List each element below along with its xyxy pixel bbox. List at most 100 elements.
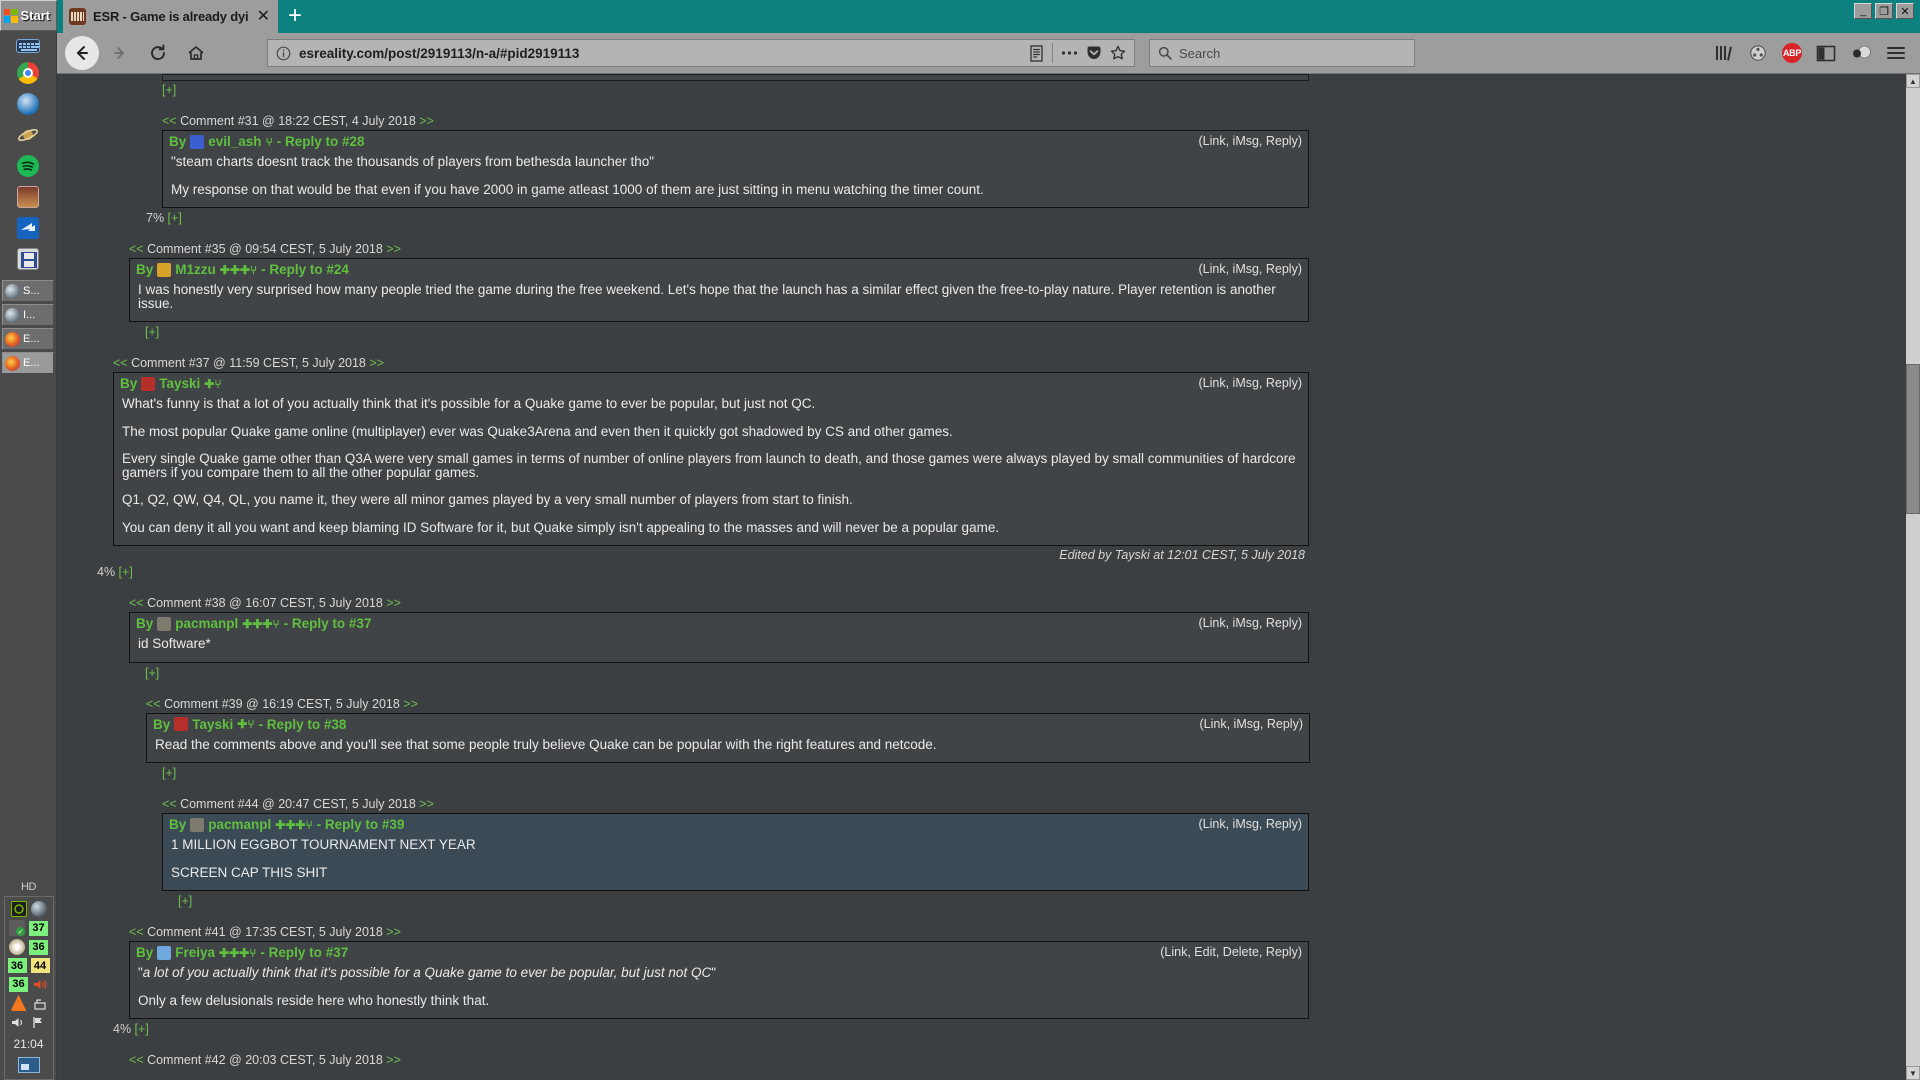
forward-button[interactable] [103,36,137,70]
prev-comment-link[interactable]: << [129,596,147,610]
author-link[interactable]: Tayski [192,717,233,732]
author-link[interactable]: evil_ash [208,134,261,149]
scroll-up-arrow[interactable]: ▲ [1906,74,1920,88]
expand-toggle[interactable]: [+] [145,325,159,339]
disk-check-icon[interactable]: ✓ [9,920,25,936]
prev-comment-link[interactable]: << [113,356,131,370]
sidebar-icon[interactable] [1816,45,1836,62]
page-actions-icon[interactable] [1061,50,1078,56]
next-comment-link[interactable]: >> [383,242,401,256]
expand-toggle[interactable]: [+] [119,565,133,579]
avast-icon[interactable] [10,995,27,1011]
next-comment-link[interactable]: >> [383,1053,401,1067]
reply-to-link[interactable]: - Reply to #38 [259,717,347,732]
url-text[interactable]: esreality.com/post/2919113/n-a/#pid29191… [299,46,1021,61]
minimize-button[interactable]: _ [1854,3,1872,19]
expand-toggle[interactable]: [+] [135,1022,149,1036]
sphere-icon[interactable] [1850,44,1872,62]
author-link[interactable]: pacmanpl [208,817,271,832]
search-bar[interactable]: Search [1149,39,1415,67]
tray-badge[interactable]: 37 [29,920,48,936]
comment-action-links[interactable]: (Link, Edit, Delete, Reply) [1160,945,1302,959]
network-icon[interactable] [31,995,47,1011]
next-comment-link[interactable]: >> [366,356,384,370]
keyboard-icon[interactable] [16,39,40,53]
floppy-save-icon[interactable] [17,248,39,270]
spotify-icon[interactable] [17,155,39,177]
comment-action-links[interactable]: (Link, iMsg, Reply) [1199,616,1303,630]
chrome-icon[interactable] [17,62,39,84]
cd-icon[interactable] [9,939,25,955]
prev-comment-link[interactable]: << [129,1053,147,1067]
show-desktop-button[interactable] [17,1057,40,1073]
scrollbar-thumb[interactable] [1906,364,1920,514]
expand-toggle[interactable]: [+] [145,666,159,680]
prev-comment-link[interactable]: << [129,925,147,939]
reload-button[interactable] [141,36,175,70]
home-button[interactable] [179,36,213,70]
taskbar-item-steam-1[interactable]: S... [2,280,54,302]
next-comment-link[interactable]: >> [383,925,401,939]
author-link[interactable]: M1zzu [175,262,216,277]
next-comment-link[interactable]: >> [416,797,434,811]
comment-action-links[interactable]: (Link, iMsg, Reply) [1199,134,1303,148]
comment-action-links[interactable]: (Link, iMsg, Reply) [1200,717,1304,731]
reply-to-link[interactable]: - Reply to #28 [277,134,365,149]
prev-comment-link[interactable]: << [129,242,147,256]
next-comment-link[interactable]: >> [416,114,434,128]
comment-action-links[interactable]: (Link, iMsg, Reply) [1199,262,1303,276]
page-info-icon[interactable] [276,46,291,61]
thunderbird-icon[interactable] [17,93,39,115]
blue-arrow-icon[interactable] [17,217,39,239]
planet-icon[interactable] [17,124,39,146]
speaker-red-icon[interactable] [32,976,48,992]
back-button[interactable] [65,36,99,70]
steam-tray-icon[interactable] [30,901,47,917]
next-comment-link[interactable]: >> [383,596,401,610]
prev-comment-link[interactable]: << [162,114,180,128]
restore-button[interactable]: ❐ [1875,3,1893,19]
nvidia-icon[interactable] [10,901,27,917]
abp-icon[interactable]: ABP [1782,43,1802,63]
taskbar-item-firefox-1[interactable]: E... [2,328,54,350]
taskbar-item-steam-2[interactable]: I... [2,304,54,326]
library-icon[interactable] [1714,44,1734,62]
author-link[interactable]: Tayski [159,376,200,391]
reply-to-link[interactable]: - Reply to #37 [260,945,348,960]
screenshot-icon[interactable] [1748,44,1768,62]
volume-icon[interactable] [11,1014,27,1030]
expand-toggle[interactable]: [+] [162,81,1906,97]
prev-comment-link[interactable]: << [162,797,180,811]
bookmark-star-icon[interactable] [1110,45,1126,61]
expand-toggle[interactable]: [+] [162,766,176,780]
menu-icon[interactable] [1886,45,1906,61]
flag-icon[interactable] [31,1014,47,1030]
tray-badge[interactable]: 44 [30,958,50,973]
next-comment-link[interactable]: >> [400,697,418,711]
tab-esr[interactable]: ESR - Game is already dying ✕ [63,0,278,33]
reply-to-link[interactable]: - Reply to #39 [317,817,405,832]
search-input[interactable]: Search [1179,46,1220,61]
picture-icon[interactable] [17,186,39,208]
url-bar[interactable]: esreality.com/post/2919113/n-a/#pid29191… [267,39,1135,67]
comment-action-links[interactable]: (Link, iMsg, Reply) [1199,376,1303,390]
start-button[interactable]: Start [0,0,57,31]
reply-to-link[interactable]: - Reply to #24 [261,262,349,277]
prev-comment-link[interactable]: << [146,697,164,711]
pocket-icon[interactable] [1086,45,1102,61]
scroll-down-arrow[interactable]: ▼ [1906,1066,1920,1080]
tray-clock[interactable]: 21:04 [13,1033,43,1054]
close-icon[interactable]: ✕ [255,8,272,25]
reader-mode-icon[interactable] [1029,44,1044,62]
tray-badge[interactable]: 36 [29,939,48,955]
expand-toggle[interactable]: [+] [168,211,182,225]
author-link[interactable]: pacmanpl [175,616,238,631]
expand-toggle[interactable]: [+] [178,894,192,908]
taskbar-item-firefox-2[interactable]: E... [2,352,54,374]
comment-action-links[interactable]: (Link, iMsg, Reply) [1199,817,1303,831]
reply-to-link[interactable]: - Reply to #37 [284,616,372,631]
new-tab-button[interactable]: + [288,4,302,28]
tray-badge[interactable]: 36 [9,976,28,992]
tray-badge[interactable]: 36 [7,958,27,973]
vertical-scrollbar[interactable]: ▲ ▼ [1906,74,1920,1080]
